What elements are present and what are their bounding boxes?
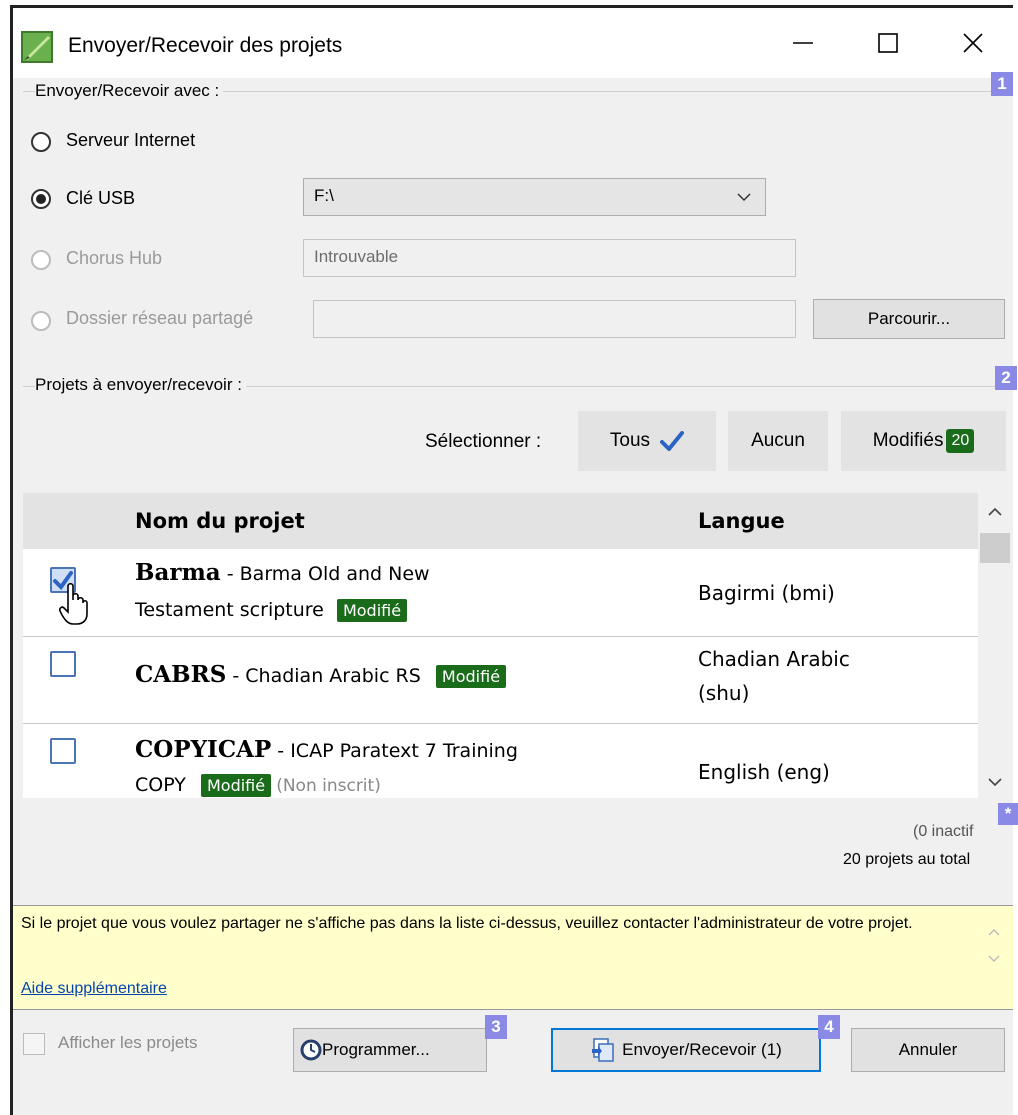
app-icon	[21, 31, 53, 63]
schedule-button[interactable]: Programmer...	[293, 1028, 487, 1072]
close-button[interactable]	[943, 18, 1003, 68]
column-language[interactable]: Langue	[698, 509, 785, 533]
dialog-window: Envoyer/Recevoir des projets Envoyer/Rec…	[10, 5, 1018, 1115]
info-text: Si le projet que vous voulez partager ne…	[21, 915, 913, 932]
info-box: Si le projet que vous voulez partager ne…	[13, 905, 1013, 1010]
usb-drive-select[interactable]: F:\	[303, 178, 766, 216]
project-name: COPYICAP	[135, 736, 272, 763]
project-language: English (eng)	[698, 760, 830, 784]
table-row[interactable]: CABRS - Chadian Arabic RS Modifié Chadia…	[23, 637, 978, 724]
send-receive-icon	[592, 1038, 614, 1062]
table-row[interactable]: COPYICAP - ICAP Paratext 7 Training COPY…	[23, 724, 978, 798]
scroll-down-icon[interactable]	[988, 954, 1000, 963]
scroll-up-icon[interactable]	[988, 928, 1000, 937]
chorus-hub-field: Introuvable	[303, 239, 796, 277]
table-row[interactable]: Barma - Barma Old and New Testament scri…	[23, 549, 978, 637]
modified-tag: Modifié	[435, 665, 507, 688]
chevron-down-icon	[737, 193, 751, 202]
help-badge-4[interactable]: 4	[818, 1015, 840, 1039]
row-desc-line: COPY Modifié (Non inscrit)	[135, 774, 381, 797]
send-receive-button[interactable]: Envoyer/Recevoir (1)	[551, 1028, 821, 1072]
modified-tag: Modifié	[200, 774, 272, 797]
clock-icon	[300, 1039, 322, 1061]
project-language-2: (shu)	[698, 681, 750, 705]
project-language: Chadian Arabic	[698, 647, 850, 671]
project-desc: Chadian Arabic RS	[245, 665, 421, 687]
hand-cursor-icon	[59, 582, 88, 625]
modified-count-badge: 20	[946, 429, 975, 453]
close-icon	[963, 33, 983, 53]
minimize-icon	[793, 42, 813, 44]
projects-table: Nom du projet Langue Barma - Barma Old a…	[23, 493, 978, 798]
usb-drive-value: F:\	[314, 186, 334, 205]
project-desc-2: COPY	[135, 774, 186, 796]
radio-chorus-hub	[31, 250, 51, 270]
schedule-label: Programmer...	[322, 1040, 430, 1059]
send-receive-label: Envoyer/Recevoir (1)	[622, 1040, 782, 1059]
row-checkbox[interactable]	[50, 738, 76, 764]
project-desc-2: Testament scripture	[135, 599, 324, 621]
help-badge-3[interactable]: 3	[485, 1015, 507, 1039]
maximize-button[interactable]	[858, 18, 918, 68]
browse-button[interactable]: Parcourir...	[813, 299, 1005, 339]
radio-usb-label: Clé USB	[66, 188, 136, 208]
project-sep: -	[271, 740, 291, 762]
radio-internet[interactable]	[31, 132, 51, 152]
project-name: CABRS	[135, 661, 227, 688]
column-project-name[interactable]: Nom du projet	[135, 509, 305, 533]
title-bar: Envoyer/Recevoir des projets	[13, 8, 1013, 78]
help-badge-2[interactable]: 2	[995, 366, 1017, 390]
more-help-link[interactable]: Aide supplémentaire	[21, 980, 167, 998]
select-all-label: Tous	[609, 430, 651, 451]
radio-internet-label: Serveur Internet	[66, 130, 196, 150]
scroll-thumb[interactable]	[980, 533, 1010, 563]
checkmark-icon	[660, 431, 685, 451]
select-modified-button[interactable]: Modifiés 20	[841, 411, 1006, 471]
projects-group-label: Projets à envoyer/recevoir :	[35, 375, 246, 395]
project-sep: -	[226, 665, 246, 687]
cancel-button[interactable]: Annuler	[851, 1028, 1005, 1072]
row-title-line: COPYICAP - ICAP Paratext 7 Training	[135, 736, 518, 763]
maximize-icon	[878, 33, 898, 53]
project-language: Bagirmi (bmi)	[698, 581, 835, 605]
project-name: Barma	[135, 559, 221, 586]
modified-tag: Modifié	[336, 599, 408, 622]
select-label: Sélectionner :	[425, 431, 542, 452]
help-badge-1[interactable]: 1	[991, 72, 1013, 96]
total-count: 20 projets au total	[843, 851, 971, 868]
radio-shared-folder	[31, 311, 51, 331]
inactive-count: (0 inactif	[913, 823, 974, 840]
row-checkbox[interactable]	[50, 651, 76, 677]
show-projects-checkbox[interactable]	[23, 1033, 45, 1055]
table-header: Nom du projet Langue	[23, 493, 978, 549]
select-all-button[interactable]: Tous	[578, 411, 716, 471]
row-title-line: Barma - Barma Old and New	[135, 559, 430, 586]
row-title-line: CABRS - Chadian Arabic RS Modifié	[135, 661, 507, 688]
radio-shared-folder-label: Dossier réseau partagé	[66, 308, 254, 328]
scroll-down-icon[interactable]	[988, 777, 1002, 787]
row-desc-line: Testament scripture Modifié	[135, 599, 408, 622]
radio-chorus-hub-label: Chorus Hub	[66, 248, 163, 268]
project-desc: ICAP Paratext 7 Training	[290, 740, 518, 762]
minimize-button[interactable]	[773, 18, 833, 68]
select-none-button[interactable]: Aucun	[728, 411, 828, 471]
table-scrollbar[interactable]	[978, 493, 1012, 798]
send-receive-group-label: Envoyer/Recevoir avec :	[35, 81, 224, 101]
scroll-up-icon[interactable]	[988, 507, 1002, 517]
project-sep: -	[220, 563, 240, 585]
show-projects-label: Afficher les projets	[58, 1033, 198, 1052]
project-desc: Barma Old and New	[239, 563, 430, 585]
select-modified-label: Modifiés	[872, 430, 944, 451]
help-badge-counts[interactable]: *	[998, 803, 1018, 825]
window-title: Envoyer/Recevoir des projets	[68, 34, 343, 57]
not-registered-label: (Non inscrit)	[276, 776, 381, 796]
radio-usb[interactable]	[31, 189, 51, 209]
shared-folder-field	[313, 300, 796, 338]
